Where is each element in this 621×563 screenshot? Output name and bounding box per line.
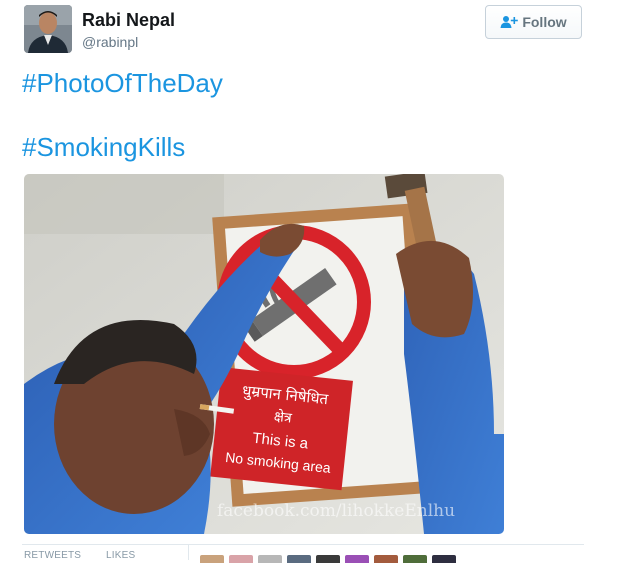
stats-separator xyxy=(188,545,189,560)
likes-label[interactable]: LIKES xyxy=(106,550,135,561)
follow-button[interactable]: Follow xyxy=(485,5,582,39)
avatar-image xyxy=(24,5,72,53)
hashtag-smoking-kills[interactable]: #SmokingKills xyxy=(22,132,185,163)
liker-avatar[interactable] xyxy=(432,555,456,563)
user-display-name[interactable]: Rabi Nepal xyxy=(82,10,175,31)
user-handle[interactable]: @rabinpl xyxy=(82,34,138,50)
photo-watermark: facebook.com/lihokkeEnlhu xyxy=(217,501,455,521)
follow-button-label: Follow xyxy=(522,14,567,30)
hashtag-photo-of-the-day[interactable]: #PhotoOfTheDay xyxy=(22,68,223,99)
add-user-icon xyxy=(500,16,519,28)
liker-avatar[interactable] xyxy=(316,555,340,563)
liker-avatar[interactable] xyxy=(229,555,253,563)
liker-avatar[interactable] xyxy=(403,555,427,563)
stats-divider xyxy=(22,544,584,545)
retweets-label[interactable]: RETWEETS xyxy=(24,550,81,561)
sign-nepali-line2: क्षेत्र xyxy=(273,408,293,427)
liker-avatar[interactable] xyxy=(258,555,282,563)
liker-avatar[interactable] xyxy=(345,555,369,563)
tweet-photo[interactable]: धुम्रपान निषेधित क्षेत्र This is a No sm… xyxy=(24,174,504,534)
no-smoking-photo: धुम्रपान निषेधित क्षेत्र This is a No sm… xyxy=(24,174,504,534)
tweet-stats: RETWEETS LIKES xyxy=(0,544,621,563)
liker-avatar[interactable] xyxy=(287,555,311,563)
liker-avatar[interactable] xyxy=(200,555,224,563)
user-avatar[interactable] xyxy=(24,5,72,53)
liker-avatar[interactable] xyxy=(374,555,398,563)
